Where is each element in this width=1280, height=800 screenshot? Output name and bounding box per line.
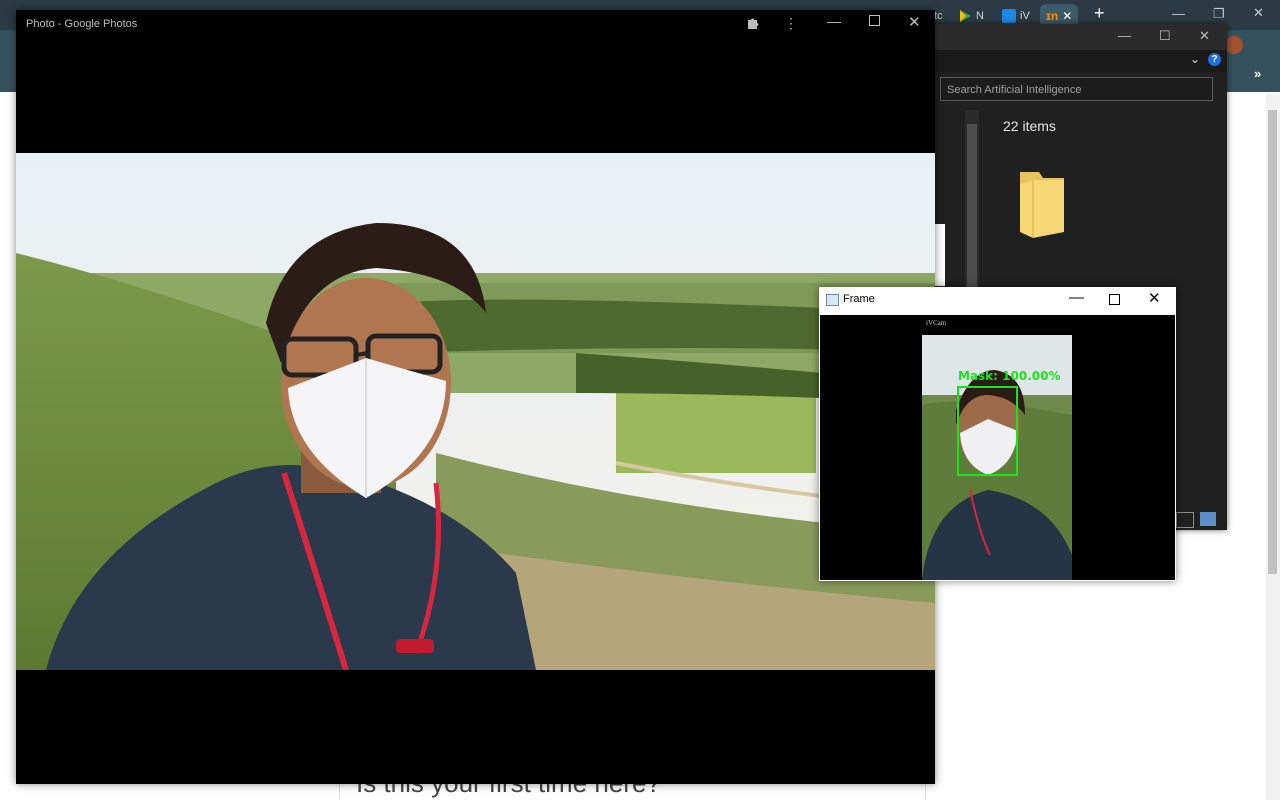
- details-view-icon[interactable]: [1176, 512, 1194, 528]
- large-icons-view-icon[interactable]: [1200, 512, 1216, 526]
- avatar[interactable]: [1225, 36, 1243, 54]
- close-icon[interactable]: ✕: [908, 13, 921, 31]
- maximize-icon[interactable]: [869, 15, 880, 26]
- page-scrollbar-thumb[interactable]: [1268, 110, 1277, 574]
- search-input[interactable]: Search Artificial Intelligence: [940, 77, 1213, 101]
- tab-close-icon[interactable]: ✕: [1062, 9, 1072, 23]
- bookmarks-overflow-icon[interactable]: »: [1254, 66, 1261, 81]
- help-icon[interactable]: ?: [1208, 53, 1221, 66]
- browser-minimize-icon[interactable]: —: [1172, 6, 1185, 21]
- explorer-titlebar[interactable]: — ☐ ✕: [935, 24, 1227, 50]
- tab-label: iV: [1020, 10, 1030, 22]
- explorer-maximize-icon[interactable]: ☐: [1159, 28, 1171, 44]
- window-title: Frame: [843, 293, 875, 305]
- item-count: 22 items: [1003, 118, 1056, 134]
- nav-scrollbar-thumb[interactable]: [967, 124, 977, 294]
- google-photos-window: Photo - Google Photos ⋮ — ✕: [16, 10, 935, 784]
- watermark: iVCam: [926, 319, 947, 327]
- explorer-close-icon[interactable]: ✕: [1199, 28, 1210, 44]
- minimize-icon[interactable]: —: [827, 13, 841, 29]
- browser-restore-icon[interactable]: ❐: [1213, 6, 1225, 22]
- frame-window: Frame — ✕ iVCam Mask: 100.00%: [819, 287, 1176, 581]
- tab-tc[interactable]: tc: [934, 6, 943, 26]
- nav-thumbnail: [935, 224, 945, 286]
- site-logo-icon: ɪn: [1046, 9, 1059, 23]
- video-frame: iVCam Mask: 100.00%: [820, 315, 1175, 580]
- tab-play[interactable]: N: [958, 6, 984, 26]
- window-title: Photo - Google Photos: [26, 18, 138, 30]
- tab-label: N: [976, 10, 984, 22]
- maximize-icon[interactable]: [1109, 294, 1120, 305]
- photo[interactable]: [16, 153, 935, 670]
- play-store-icon: [960, 10, 971, 22]
- ribbon-expand-icon[interactable]: ⌄: [1190, 52, 1200, 66]
- puzzle-icon[interactable]: [746, 16, 760, 30]
- new-tab-button[interactable]: +: [1094, 3, 1105, 23]
- app-icon: [826, 294, 839, 306]
- tab-ivcam[interactable]: iV: [1002, 6, 1030, 26]
- view-toggle: [1176, 512, 1216, 528]
- explorer-minimize-icon[interactable]: —: [1118, 28, 1131, 43]
- explorer-ribbon: [935, 50, 1227, 72]
- ivcam-icon: [1002, 9, 1016, 23]
- tab-label: tc: [934, 10, 943, 22]
- browser-close-icon[interactable]: ✕: [1253, 5, 1264, 21]
- detection-label: Mask: 100.00%: [958, 369, 1061, 383]
- minimize-icon[interactable]: —: [1069, 289, 1084, 306]
- folder-icon[interactable]: [1017, 170, 1067, 240]
- camera-feed: [922, 335, 1072, 580]
- close-icon[interactable]: ✕: [1148, 289, 1161, 307]
- more-vert-icon[interactable]: ⋮: [784, 15, 798, 32]
